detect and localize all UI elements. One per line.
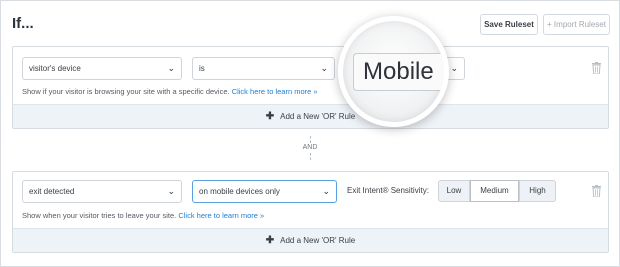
magnified-device-value: Mobile <box>363 58 434 85</box>
chevron-down-icon: ⌄ <box>167 63 175 73</box>
help-text: Show when your visitor tries to leave yo… <box>22 211 177 220</box>
rule-help-text: Show if your visitor is browsing your si… <box>22 87 318 96</box>
add-or-rule-label: Add a New 'OR' Rule <box>280 112 356 121</box>
operator-select[interactable]: is ⌄ <box>192 57 335 80</box>
help-text: Show if your visitor is browsing your si… <box>22 87 230 96</box>
sensitivity-high-button[interactable]: High <box>519 180 556 202</box>
connector-line <box>309 153 311 160</box>
chevron-down-icon: ⌄ <box>322 186 330 196</box>
operator-select-focused[interactable]: on mobile devices only ⌄ <box>192 180 337 203</box>
operator-value: on mobile devices only <box>199 187 280 196</box>
and-label: AND <box>302 144 318 151</box>
chevron-down-icon: ⌄ <box>320 63 328 73</box>
rule-help-text: Show when your visitor tries to leave yo… <box>22 211 264 220</box>
chevron-down-icon: ⌄ <box>450 63 458 73</box>
operator-value: is <box>199 64 205 73</box>
add-or-rule-button-2[interactable]: ✚ Add a New 'OR' Rule <box>13 228 608 252</box>
condition-field-value: visitor's device <box>29 64 81 73</box>
magnifier-callout: Mobile <box>338 16 449 127</box>
save-ruleset-button[interactable]: Save Ruleset <box>480 14 538 35</box>
condition-field-value: exit detected <box>29 187 75 196</box>
import-ruleset-button[interactable]: + Import Ruleset <box>543 14 610 35</box>
trash-icon[interactable] <box>591 62 602 74</box>
condition-field-select[interactable]: exit detected ⌄ <box>22 180 182 203</box>
sensitivity-low-button[interactable]: Low <box>438 180 470 202</box>
learn-more-link[interactable]: Click here to learn more » <box>178 211 264 220</box>
connector-line <box>309 136 311 143</box>
plus-icon: ✚ <box>265 111 275 122</box>
page-title: If... <box>12 15 34 32</box>
learn-more-link[interactable]: Click here to learn more » <box>232 87 318 96</box>
add-or-rule-button-1[interactable]: ✚ Add a New 'OR' Rule <box>13 104 608 128</box>
add-or-rule-label: Add a New 'OR' Rule <box>280 236 356 245</box>
and-connector: AND <box>300 136 320 166</box>
chevron-down-icon: ⌄ <box>167 186 175 196</box>
plus-icon: ✚ <box>265 235 275 246</box>
sensitivity-medium-button[interactable]: Medium <box>470 180 519 202</box>
condition-field-select[interactable]: visitor's device ⌄ <box>22 57 182 80</box>
sensitivity-label: Exit Intent® Sensitivity: <box>347 186 429 195</box>
trash-icon[interactable] <box>591 185 602 197</box>
